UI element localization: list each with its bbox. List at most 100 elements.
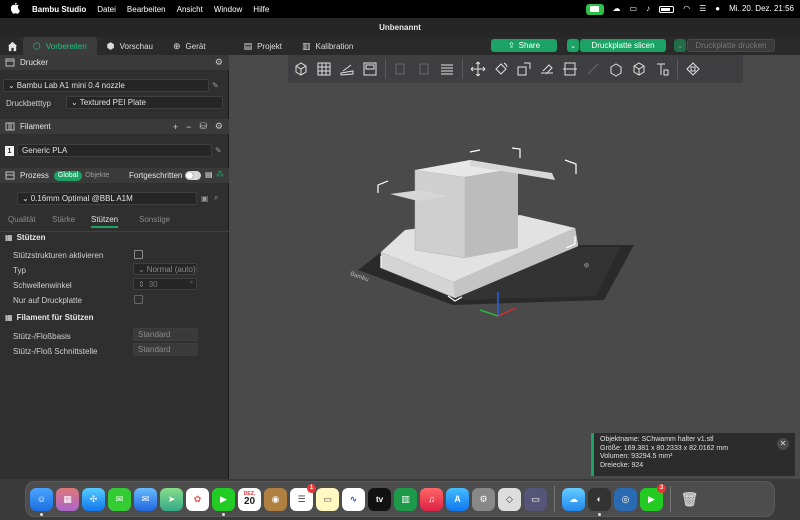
copy-button[interactable] [391, 59, 411, 79]
add-filament-icon[interactable]: + [173, 122, 178, 132]
messages-icon[interactable]: ✉ [108, 487, 131, 511]
subtab-staerke[interactable]: Stärke [52, 215, 75, 224]
facetime-icon[interactable]: ▶ [212, 487, 235, 516]
share-button[interactable]: ⇪ Share [491, 39, 557, 52]
threshold-angle-input[interactable]: ⇕ 30 ° [133, 278, 197, 290]
music-icon[interactable]: ♫ [420, 487, 443, 511]
bambu-studio-icon[interactable]: ◐ [588, 487, 611, 516]
toggle-objects[interactable]: Objekte [85, 172, 109, 179]
filament-select[interactable]: Generic PLA [17, 144, 212, 157]
toggle-global[interactable]: Global [53, 170, 83, 181]
weather-icon[interactable]: ☁ [562, 487, 585, 511]
global-objects-toggle[interactable]: Global Objekte [53, 170, 109, 181]
close-info-button[interactable]: ✕ [777, 438, 789, 450]
print-dropdown-button[interactable]: ⌄ [674, 39, 686, 52]
mail-icon[interactable]: ✉ [134, 487, 157, 511]
seam-button[interactable] [606, 59, 626, 79]
tab-vorbereiten[interactable]: ⬡ Vorbereiten [23, 37, 97, 55]
add-plate-button[interactable] [314, 59, 334, 79]
app-store-icon[interactable]: A [446, 487, 469, 511]
photos-icon[interactable]: ✿ [186, 487, 209, 511]
wifi-icon[interactable]: ◠ [683, 4, 690, 14]
facetime-status-icon[interactable] [585, 3, 604, 15]
tab-geraet[interactable]: ⊕ Gerät [163, 37, 216, 55]
assembly-view-button[interactable] [683, 59, 703, 79]
clock[interactable]: Mi. 20. Dez. 21:56 [729, 4, 794, 14]
system-settings-icon[interactable]: ⚙ [472, 487, 495, 511]
process-compare-icon[interactable]: ▤ [205, 170, 213, 179]
printer-settings-gear-icon[interactable]: ⚙ [215, 57, 223, 68]
filament-sync-icon[interactable]: ⛁ [199, 121, 207, 132]
cloud-status-icon[interactable]: ☁ [613, 4, 621, 14]
battery-icon[interactable] [659, 5, 675, 13]
screenshot-app-icon[interactable]: ▭ [524, 487, 547, 511]
bed-type-select[interactable]: ⌄ Textured PEI Plate [66, 96, 223, 109]
paste-button[interactable] [414, 59, 434, 79]
facetime-recent-icon[interactable]: ▶ 3 [640, 483, 666, 511]
roblox-icon[interactable]: ◇ [498, 487, 521, 511]
buildplate-only-checkbox[interactable] [134, 295, 143, 304]
move-button[interactable] [468, 59, 488, 79]
subtab-qualitaet[interactable]: Qualität [8, 215, 36, 224]
print-plate-button[interactable]: Druckplatte drucken [687, 39, 775, 52]
printer-select[interactable]: ⌄ Bambu Lab A1 mini 0.4 nozzle [3, 79, 209, 92]
lay-on-face-button[interactable] [537, 59, 557, 79]
menu-datei[interactable]: Datei [97, 5, 116, 14]
support-paint-button[interactable] [583, 59, 603, 79]
edit-printer-icon[interactable]: ✎ [212, 81, 219, 90]
safari-icon[interactable]: ✣ [82, 487, 105, 511]
menu-ansicht[interactable]: Ansicht [177, 5, 203, 14]
apple-menu-icon[interactable] [9, 2, 23, 16]
app-menu[interactable]: Bambu Studio [32, 5, 86, 14]
calendar-icon[interactable]: DEZ. 20 [238, 487, 261, 511]
text-button[interactable] [652, 59, 672, 79]
siri-icon[interactable]: ● [715, 4, 720, 14]
slice-dropdown-button[interactable]: ⌄ [567, 39, 579, 52]
support-type-select[interactable]: ⌄ Normal (auto) [133, 263, 197, 275]
reminders-icon[interactable]: ☰ 1 [290, 483, 316, 511]
menu-hilfe[interactable]: Hilfe [253, 5, 269, 14]
menu-bearbeiten[interactable]: Bearbeiten [127, 5, 166, 14]
save-profile-icon[interactable]: ▣ [201, 194, 209, 203]
edit-filament-icon[interactable]: ✎ [215, 146, 222, 155]
enable-supports-checkbox[interactable] [134, 250, 143, 259]
remove-filament-icon[interactable]: − [186, 122, 191, 132]
contacts-icon[interactable]: ◉ [264, 487, 287, 511]
sound-status-icon[interactable]: ♪ [646, 4, 650, 14]
color-paint-button[interactable] [629, 59, 649, 79]
apple-tv-icon[interactable]: tv [368, 487, 391, 511]
support-base-select[interactable]: Standard [133, 328, 198, 341]
support-interface-select[interactable]: Standard [133, 343, 198, 356]
rotate-button[interactable] [491, 59, 511, 79]
process-profile-select[interactable]: ⌄ 0.16mm Optimal @BBL A1M [17, 192, 197, 205]
add-object-button[interactable] [291, 59, 311, 79]
process-settings-icon[interactable]: ⁂ [216, 170, 224, 179]
advanced-toggle[interactable] [185, 171, 201, 180]
numbers-icon[interactable]: ▥ [394, 487, 417, 511]
maps-icon[interactable]: ➤ [160, 487, 183, 511]
tab-vorschau[interactable]: ⬢ Vorschau [97, 37, 163, 55]
control-center-icon[interactable]: ☰ [699, 4, 706, 14]
trash-icon[interactable]: 🗑 [678, 488, 701, 511]
menu-window[interactable]: Window [214, 5, 242, 14]
tab-kalibration[interactable]: ▥ Kalibration [292, 37, 363, 55]
filament-settings-gear-icon[interactable]: ⚙ [215, 121, 223, 132]
layers-button[interactable] [437, 59, 457, 79]
freeform-icon[interactable]: ∿ [342, 487, 365, 511]
home-button[interactable] [1, 37, 23, 55]
finder-icon[interactable]: ☺ [30, 487, 53, 516]
scale-button[interactable] [514, 59, 534, 79]
filament-slot-badge[interactable]: 1 [5, 146, 14, 156]
notes-icon[interactable]: ▭ [316, 487, 339, 511]
subtab-stuetzen[interactable]: Stützen [91, 215, 119, 228]
slice-plate-button[interactable]: Druckplatte slicen [580, 39, 666, 52]
preview-icon[interactable]: ◎ [614, 487, 637, 511]
arrange-button[interactable] [360, 59, 380, 79]
display-status-icon[interactable]: ▭ [630, 4, 638, 14]
orient-button[interactable] [337, 59, 357, 79]
tab-projekt[interactable]: ▤ Projekt [234, 37, 292, 55]
cut-button[interactable] [560, 59, 580, 79]
search-icon[interactable]: ⌕ [214, 193, 218, 203]
launchpad-icon[interactable]: ▦ [56, 487, 79, 511]
3d-viewport[interactable]: Bambu ⊞ [229, 55, 800, 479]
